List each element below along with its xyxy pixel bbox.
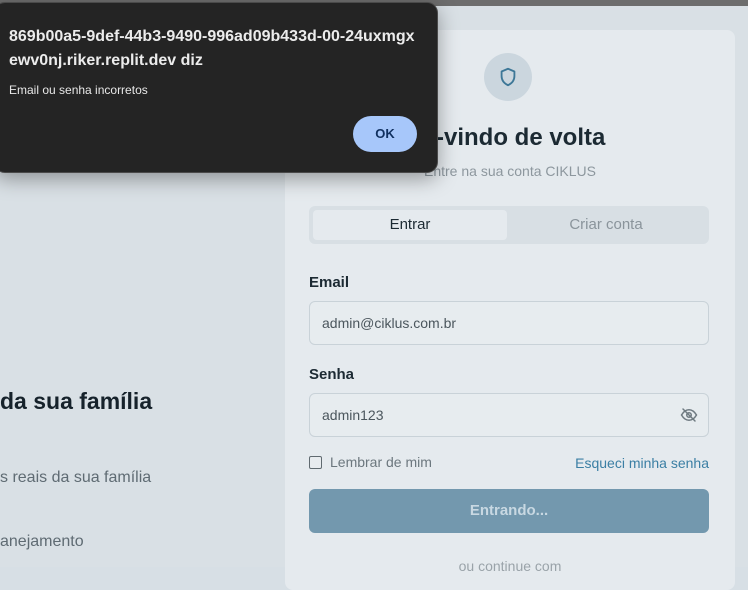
dialog-title: 869b00a5-9def-44b3-9490-996ad09b433d-00-…: [9, 28, 415, 69]
ok-button[interactable]: OK: [353, 116, 417, 152]
shield-icon: [500, 67, 516, 87]
tab-criar-conta[interactable]: Criar conta: [509, 210, 703, 240]
auth-tabs: Entrar Criar conta: [309, 206, 709, 244]
divider-text: ou continue com: [458, 558, 562, 574]
alert-dialog: 869b00a5-9def-44b3-9490-996ad09b433d-00-…: [0, 2, 438, 173]
password-label: Senha: [309, 366, 355, 383]
remember-me: Lembrar de mim: [309, 454, 432, 470]
forgot-password-link[interactable]: Esqueci minha senha: [570, 455, 709, 471]
hero-heading: da sua família: [0, 388, 153, 414]
eye-off-icon[interactable]: [680, 406, 698, 424]
hero-feature-2: anejamento: [0, 533, 84, 550]
tab-entrar[interactable]: Entrar: [313, 210, 507, 240]
email-field[interactable]: admin@ciklus.com.br: [309, 301, 709, 345]
remember-label: Lembrar de mim: [330, 454, 432, 470]
email-label: Email: [309, 274, 350, 291]
password-value: admin123: [322, 407, 384, 423]
dialog-message: Email ou senha incorretos: [9, 83, 148, 97]
password-field[interactable]: admin123: [309, 393, 709, 437]
logo-badge: [484, 53, 532, 101]
email-value: admin@ciklus.com.br: [322, 315, 457, 331]
submit-button[interactable]: Entrando...: [309, 489, 709, 533]
remember-checkbox[interactable]: [309, 455, 322, 469]
hero-feature-1: s reais da sua família: [0, 469, 152, 486]
